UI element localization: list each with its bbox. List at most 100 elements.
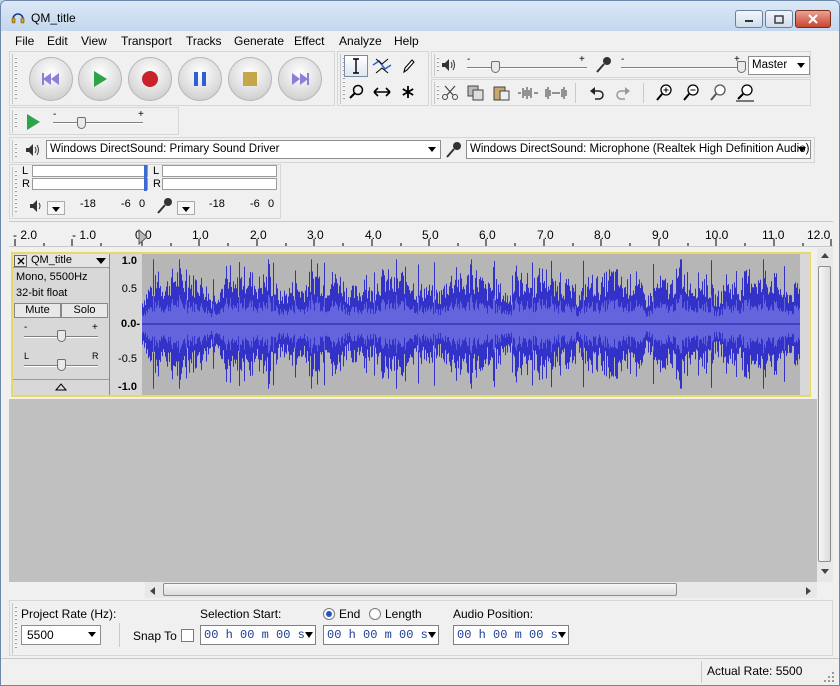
input-volume-thumb[interactable]: [737, 61, 746, 73]
playback-device-select[interactable]: Windows DirectSound: Primary Sound Drive…: [46, 140, 441, 159]
input-source-select[interactable]: Master: [748, 56, 810, 75]
zoom-out-button[interactable]: [679, 82, 703, 104]
paste-button[interactable]: [490, 82, 514, 104]
playback-speed-thumb[interactable]: [77, 117, 86, 129]
copy-button[interactable]: [464, 82, 488, 104]
vertical-scroll-thumb[interactable]: [818, 266, 831, 562]
project-rate-select[interactable]: 5500: [21, 625, 101, 645]
audio-position-label: Audio Position:: [453, 607, 534, 621]
track-collapse-button[interactable]: [13, 379, 109, 394]
menu-generate[interactable]: Generate: [234, 34, 284, 48]
multi-tool-button[interactable]: [396, 81, 420, 103]
menu-edit[interactable]: Edit: [47, 34, 68, 48]
menu-help[interactable]: Help: [394, 34, 419, 48]
toolbar-grip[interactable]: [12, 54, 18, 104]
close-button[interactable]: [795, 10, 831, 28]
track-close-button[interactable]: [14, 255, 27, 267]
silence-button[interactable]: [544, 82, 568, 104]
record-button[interactable]: [128, 57, 172, 101]
scroll-left-icon[interactable]: [149, 586, 157, 596]
trim-audio-icon: [518, 87, 538, 99]
selection-end-field[interactable]: 00 h 00 m 00 s: [323, 625, 439, 645]
input-meter-right[interactable]: [162, 178, 277, 190]
play-at-speed-icon[interactable]: [25, 113, 41, 131]
stop-button[interactable]: [228, 57, 272, 101]
undo-button[interactable]: [585, 82, 609, 104]
chevron-down-icon: [52, 207, 60, 212]
menu-transport[interactable]: Transport: [121, 34, 172, 48]
vertical-scale[interactable]: 1.0 0.5 0.0- -0.5 -1.0: [111, 254, 141, 395]
cut-button[interactable]: [438, 82, 462, 104]
scroll-right-icon[interactable]: [805, 586, 813, 596]
skip-to-start-button[interactable]: [29, 57, 73, 101]
microphone-icon: [157, 198, 172, 214]
empty-track-area[interactable]: [9, 399, 817, 582]
playhead-icon[interactable]: [138, 229, 148, 245]
horizontal-scroll-thumb[interactable]: [163, 583, 677, 596]
menu-tracks[interactable]: Tracks: [186, 34, 222, 48]
scale-label: -0.5: [118, 353, 137, 365]
solo-button[interactable]: Solo: [61, 303, 108, 318]
envelope-tool-button[interactable]: [370, 55, 394, 77]
collapse-arrow-icon: [55, 383, 67, 391]
minimize-button[interactable]: [735, 10, 763, 28]
track-name-menu[interactable]: QM_title: [28, 254, 109, 268]
waveform-area[interactable]: [142, 254, 800, 395]
output-meter-right-label: R: [22, 178, 30, 190]
audio-position-value: 00 h 00 m 00 s: [457, 628, 558, 642]
toolbar-grip[interactable]: [12, 603, 18, 654]
length-radio[interactable]: [369, 608, 381, 620]
input-volume-slider[interactable]: [621, 67, 743, 69]
input-meter-menu-button[interactable]: [177, 201, 195, 215]
toolbar-grip[interactable]: [12, 140, 18, 161]
output-volume-thumb[interactable]: [491, 61, 500, 73]
snap-to-checkbox[interactable]: [181, 629, 194, 642]
output-meter-right[interactable]: [32, 178, 148, 190]
chevron-down-icon: [305, 632, 313, 638]
toolbar-separator: [643, 83, 644, 103]
trim-button[interactable]: [516, 82, 540, 104]
actual-rate: Actual Rate: 5500: [707, 664, 803, 678]
selection-tool-button[interactable]: [344, 55, 368, 77]
speaker-icon: [442, 59, 455, 71]
scroll-up-icon[interactable]: [820, 252, 830, 260]
audio-position-field[interactable]: 00 h 00 m 00 s: [453, 625, 569, 645]
menu-analyze[interactable]: Analyze: [339, 34, 382, 48]
horizontal-scrollbar[interactable]: [145, 582, 817, 598]
play-button[interactable]: [78, 57, 122, 101]
selection-start-field[interactable]: 00 h 00 m 00 s: [200, 625, 316, 645]
draw-tool-button[interactable]: [396, 55, 420, 77]
speed-max: +: [138, 109, 144, 120]
pause-button[interactable]: [178, 57, 222, 101]
output-meter-left[interactable]: [32, 165, 148, 177]
toolbar-grip[interactable]: [12, 110, 18, 133]
playback-speed-slider[interactable]: [53, 122, 143, 124]
redo-button[interactable]: [611, 82, 635, 104]
input-meter-left[interactable]: [162, 165, 277, 177]
menu-file[interactable]: File: [15, 34, 34, 48]
vertical-scrollbar[interactable]: [817, 248, 833, 582]
resize-grip-icon[interactable]: [823, 671, 835, 683]
track-gain-thumb[interactable]: [57, 330, 66, 342]
menu-view[interactable]: View: [81, 34, 107, 48]
input-source-value: Master: [752, 59, 788, 71]
track-pan-thumb[interactable]: [57, 359, 66, 371]
zoom-in-button[interactable]: [652, 82, 676, 104]
menu-effect[interactable]: Effect: [294, 34, 324, 48]
mute-button[interactable]: Mute: [14, 303, 61, 318]
snap-to-label: Snap To: [133, 629, 177, 643]
end-radio[interactable]: [323, 608, 335, 620]
chevron-down-icon: [428, 632, 436, 638]
output-meter-menu-button[interactable]: [47, 201, 65, 215]
toolbar-grip[interactable]: [434, 54, 440, 76]
scroll-down-icon[interactable]: [820, 568, 830, 576]
zoom-tool-button[interactable]: [344, 81, 368, 103]
time-shift-tool-button[interactable]: [370, 81, 394, 103]
fit-project-button[interactable]: [733, 82, 757, 104]
recording-device-select[interactable]: Windows DirectSound: Microphone (Realtek…: [466, 140, 811, 159]
skip-to-end-button[interactable]: [278, 57, 322, 101]
output-volume-slider[interactable]: [467, 67, 587, 69]
fit-selection-button[interactable]: [706, 82, 730, 104]
toolbar-grip[interactable]: [12, 167, 18, 217]
maximize-button[interactable]: [765, 10, 793, 28]
